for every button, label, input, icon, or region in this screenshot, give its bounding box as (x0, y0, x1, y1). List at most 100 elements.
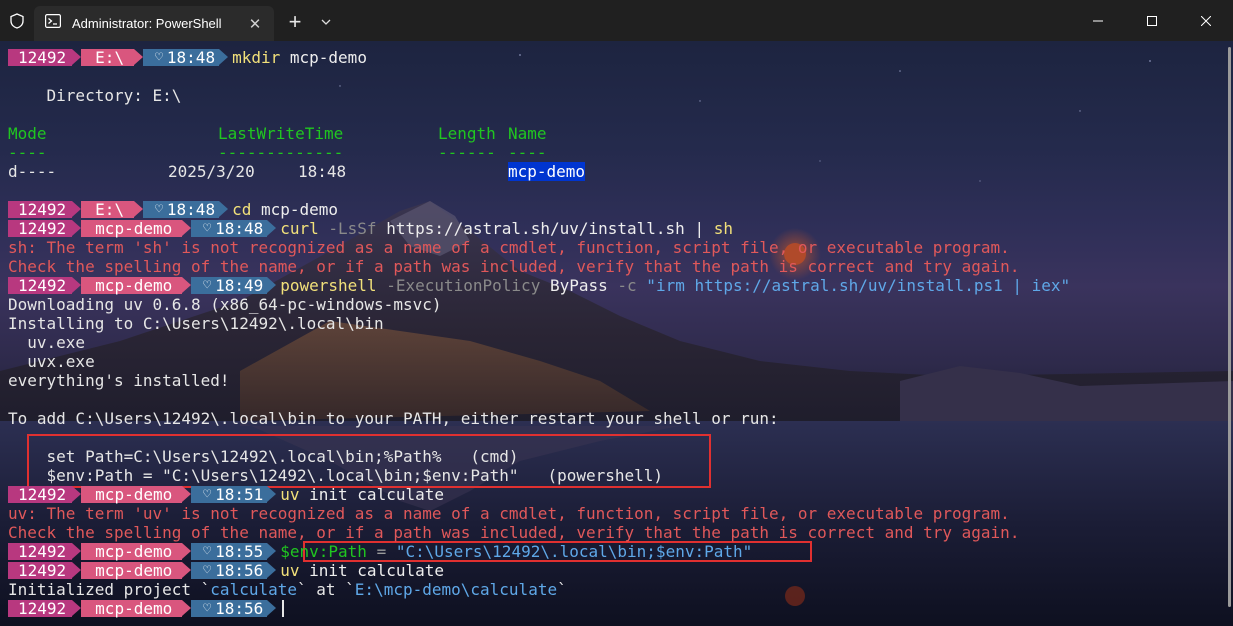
prompt-dir-segment: mcp-demo (81, 562, 192, 579)
heart-icon: ♡ (155, 202, 163, 217)
prompt-time-segment: ♡ 18:56 (191, 562, 277, 579)
output-line: uvx.exe (8, 352, 95, 371)
output-line: Installing to C:\Users\12492\.local\bin (8, 314, 384, 333)
prompt: 12492 mcp-demo ♡ 18:51 (8, 486, 277, 503)
terminal-pane[interactable]: 12492 E:\ ♡ 18:48 mkdir mcp-demo Director… (0, 41, 1233, 626)
maximize-icon (1147, 15, 1157, 26)
prompt-line: 12492 mcp-demo ♡ 18:51 uv init calculate (8, 485, 1218, 504)
output-line: Directory: E:\ (8, 86, 182, 105)
command-param: -LsSf (318, 219, 377, 238)
heart-icon: ♡ (203, 278, 212, 293)
output-line: set Path=C:\Users\12492\.local\bin;%Path… (8, 447, 519, 466)
col-name: Name (508, 124, 547, 143)
prompt-pid-segment: 12492 (8, 600, 82, 617)
output-line: To add C:\Users\12492\.local\bin to your… (8, 409, 779, 428)
prompt: 12492 mcp-demo ♡ 18:49 (8, 277, 277, 294)
prompt-line: 12492 mcp-demo ♡ 18:56 uv init calculate (8, 561, 1218, 580)
heart-icon: ♡ (203, 544, 212, 559)
dir-table-row: d---- 2025/3/20 18:48 mcp-demo (8, 162, 1218, 181)
command-args: https://astral.sh/uv/install.sh | (376, 219, 714, 238)
command-name: powershell (280, 276, 377, 295)
command-param: -ExecutionPolicy (376, 276, 541, 295)
prompt-dir-segment: mcp-demo (81, 277, 192, 294)
col-length: Length (438, 124, 496, 143)
prompt-pid-segment: 12492 (8, 562, 82, 579)
new-tab-button[interactable]: + (274, 0, 316, 41)
terminal-output: 12492 E:\ ♡ 18:48 mkdir mcp-demo Director… (8, 48, 1218, 618)
output-line: uv.exe (8, 333, 86, 352)
prompt-pid-segment: 12492 (8, 277, 82, 294)
error-line: Check the spelling of the name, or if a … (8, 257, 1020, 276)
error-line: Check the spelling of the name, or if a … (8, 523, 1020, 542)
command-string: "C:\Users\12492\.local\bin;$env:Path" (395, 542, 753, 561)
command-string: "irm https://astral.sh/uv/install.ps1 | … (636, 276, 1071, 295)
heart-icon: ♡ (203, 601, 212, 616)
scrollbar-thumb[interactable] (1228, 47, 1231, 607)
output-line: everything's installed! (8, 371, 230, 390)
row-mode: d---- (8, 162, 57, 181)
admin-shield-icon (0, 0, 34, 41)
output-line: Initialized project ` calculate ` at ` E:\m… (8, 580, 567, 599)
prompt-time-segment: ♡ 18:48 (143, 49, 229, 66)
prompt-line: 12492 E:\ ♡ 18:48 cd mcp-demo (8, 200, 1218, 219)
prompt-time-segment: ♡ 18:48 (191, 220, 277, 237)
minimize-button[interactable] (1071, 0, 1125, 41)
prompt: 12492 mcp-demo ♡ 18:48 (8, 220, 277, 237)
minimize-icon (1093, 20, 1103, 21)
prompt-dir-segment: mcp-demo (81, 543, 192, 560)
powershell-icon (45, 14, 62, 33)
col-mode: Mode (8, 124, 47, 143)
prompt-time-segment: ♡ 18:48 (143, 201, 229, 218)
command-param-2: -c (607, 276, 637, 295)
prompt-dir-segment: E:\ (81, 49, 143, 66)
close-window-button[interactable] (1179, 0, 1233, 41)
prompt-dir-segment: E:\ (81, 201, 143, 218)
prompt-pid-segment: 12492 (8, 486, 82, 503)
output-line: Downloading uv 0.6.8 (x86_64-pc-windows-… (8, 295, 442, 314)
prompt-dir-segment: mcp-demo (81, 486, 192, 503)
prompt-line: 12492 mcp-demo ♡ 18:49 powershell -Execut… (8, 276, 1218, 295)
prompt-time-segment: ♡ 18:56 (191, 600, 277, 617)
command-args: mcp-demo (280, 48, 367, 67)
prompt: 12492 mcp-demo ♡ 18:56 (8, 562, 277, 579)
active-prompt-line[interactable]: 12492 mcp-demo ♡ 18:56 (8, 599, 1218, 618)
close-icon (1201, 15, 1211, 26)
error-line: uv: The term 'uv' is not recognized as a… (8, 504, 1010, 523)
command-variable: $env:Path (280, 542, 367, 561)
prompt-line: 12492 mcp-demo ♡ 18:48 curl -LsSf https:/… (8, 219, 1218, 238)
chevron-down-icon (321, 19, 331, 25)
tab-powershell[interactable]: Administrator: PowerShell ✕ (34, 6, 274, 41)
tab-title: Administrator: PowerShell (72, 16, 222, 31)
tab-close-icon[interactable]: ✕ (246, 15, 264, 33)
prompt-line: 12492 mcp-demo ♡ 18:55 $env:Path = "C:\Us… (8, 542, 1218, 561)
text-cursor (282, 600, 285, 617)
prompt-pid-segment: 12492 (8, 201, 82, 218)
command-name: curl (280, 219, 319, 238)
prompt: 12492 E:\ ♡ 18:48 (8, 201, 229, 218)
heart-icon: ♡ (203, 487, 212, 502)
prompt-pid-segment: 12492 (8, 49, 82, 66)
heart-icon: ♡ (155, 50, 163, 65)
prompt-time-segment: ♡ 18:51 (191, 486, 277, 503)
prompt-line: 12492 E:\ ♡ 18:48 mkdir mcp-demo (8, 48, 1218, 67)
prompt-dir-segment: mcp-demo (81, 220, 192, 237)
dir-table-header: Mode LastWriteTime Length Name (8, 124, 1218, 143)
output-line: $env:Path = "C:\Users\12492\.local\bin;$… (8, 466, 664, 485)
prompt: 12492 mcp-demo ♡ 18:56 (8, 600, 277, 617)
command-name: cd (232, 200, 252, 219)
command-name: uv (280, 485, 300, 504)
maximize-button[interactable] (1125, 0, 1179, 41)
prompt-time-segment: ♡ 18:49 (191, 277, 277, 294)
command-name-2: sh (713, 219, 733, 238)
row-date: 2025/3/20 (168, 162, 255, 181)
prompt-dir-segment: mcp-demo (81, 600, 192, 617)
tab-dropdown-button[interactable] (316, 0, 336, 41)
heart-icon: ♡ (203, 563, 212, 578)
scrollbar[interactable] (1227, 43, 1233, 623)
col-lastwritetime: LastWriteTime (218, 124, 344, 143)
